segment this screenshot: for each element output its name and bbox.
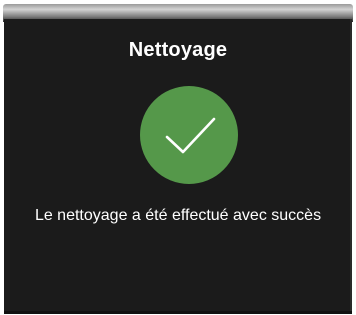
checkmark-icon: [165, 117, 216, 154]
device-frame: Nettoyage Le nettoyage a été effectué av…: [0, 0, 356, 315]
success-status-badge: [140, 86, 238, 184]
screen-edge: [350, 19, 352, 311]
cleaning-success-message: Le nettoyage a été effectué avec succès: [34, 207, 322, 224]
status-screen: Nettoyage Le nettoyage a été effectué av…: [4, 19, 352, 314]
page-title: Nettoyage: [128, 39, 228, 61]
